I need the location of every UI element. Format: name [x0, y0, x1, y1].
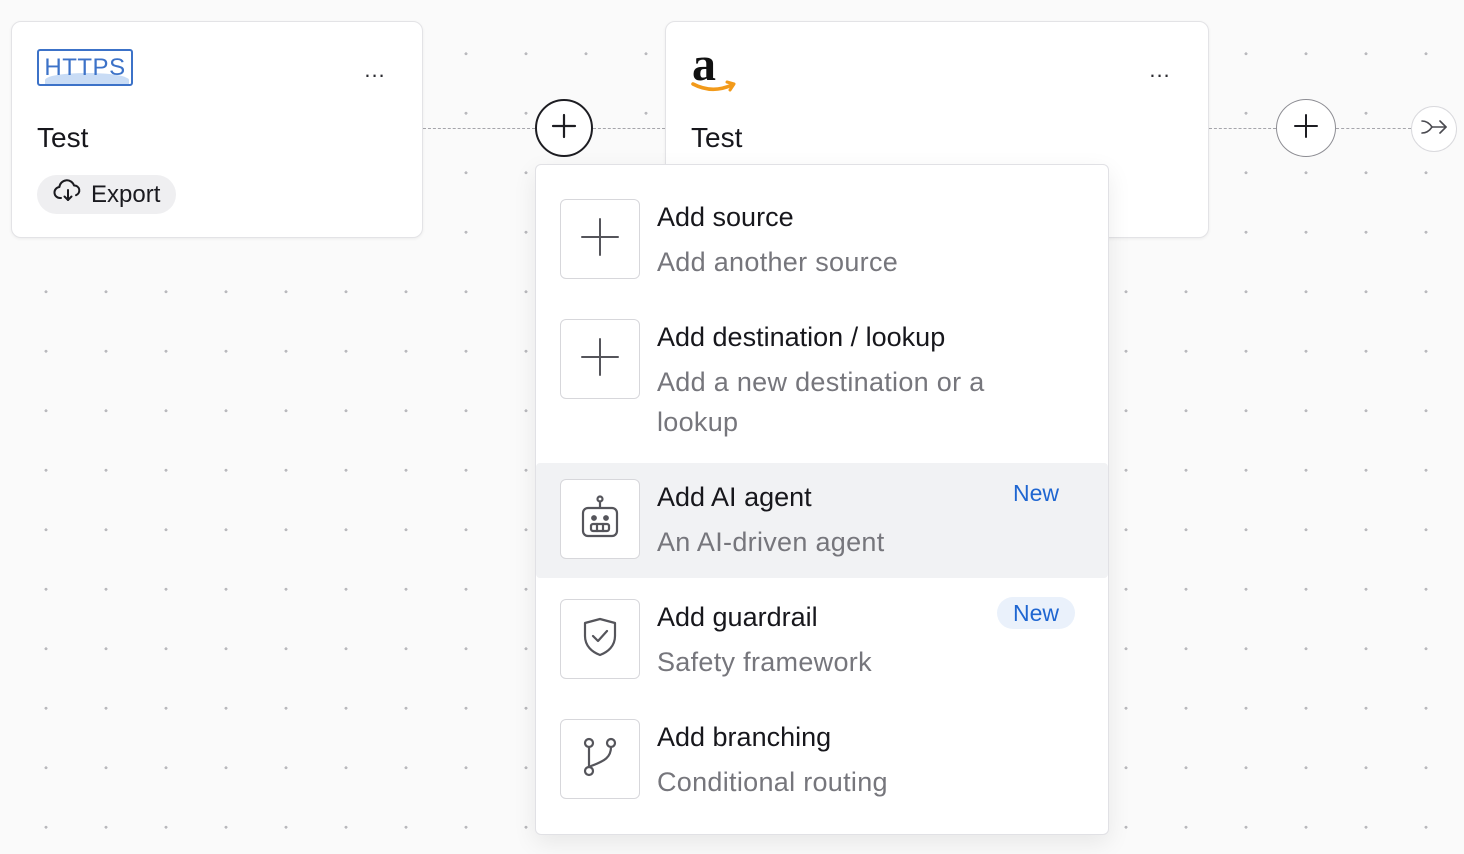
add-step-menu: Add source Add another source Add destin… [535, 164, 1109, 835]
export-badge[interactable]: Export [37, 175, 177, 214]
more-options-button[interactable]: ... [1140, 59, 1180, 90]
menu-item-add-source[interactable]: Add source Add another source [536, 183, 1108, 293]
connector-line [593, 128, 665, 129]
menu-item-description: Conditional routing [657, 767, 888, 797]
menu-item-add-destination[interactable]: Add destination / lookup Add a new desti… [536, 303, 1108, 463]
menu-item-title: Add source [657, 202, 794, 232]
connector-line [1209, 128, 1276, 129]
menu-icon-box [560, 719, 640, 799]
export-label: Export [91, 180, 161, 208]
end-node[interactable] [1411, 106, 1457, 152]
connector-line [1336, 128, 1411, 129]
add-step-button[interactable] [1276, 99, 1336, 157]
menu-item-add-branching[interactable]: Add branching Conditional routing [536, 703, 1108, 813]
branch-icon [580, 736, 620, 783]
connector-line [423, 128, 535, 129]
https-logo: HTTPS [37, 49, 133, 86]
menu-item-title: Add destination / lookup [657, 322, 946, 352]
menu-item-description: Add a new destination or a lookup [657, 367, 985, 437]
node-title: Test [691, 122, 743, 153]
more-options-button[interactable]: ... [355, 59, 395, 90]
menu-item-title: Add guardrail [657, 602, 818, 632]
new-badge: New [1012, 480, 1059, 506]
menu-item-description: Add another source [657, 247, 899, 277]
arrow-merge-icon [1420, 117, 1448, 142]
new-badge: New [996, 597, 1075, 629]
plus-icon [551, 113, 577, 144]
plus-icon [580, 337, 620, 382]
cloud-download-icon [53, 179, 83, 210]
plus-icon [580, 217, 620, 262]
menu-item-description: Safety framework [657, 647, 872, 677]
menu-icon-box [560, 199, 640, 279]
menu-icon-box [560, 599, 640, 679]
menu-icon-box [560, 479, 640, 559]
menu-item-add-ai-agent[interactable]: Add AI agent An AI-driven agent New [536, 463, 1108, 578]
menu-item-title: Add AI agent [657, 482, 812, 512]
menu-item-description: An AI-driven agent [657, 527, 885, 557]
node-title: Test [37, 122, 89, 153]
amazon-logo: a [690, 38, 740, 96]
robot-icon [580, 494, 620, 544]
plus-icon [1293, 113, 1319, 144]
shield-check-icon [581, 616, 619, 663]
menu-item-title: Add branching [657, 722, 832, 752]
https-source-node[interactable]: HTTPS ... Test Export [11, 21, 423, 238]
menu-icon-box [560, 319, 640, 399]
add-step-button[interactable] [535, 99, 593, 157]
menu-item-add-guardrail[interactable]: Add guardrail Safety framework New [536, 583, 1108, 693]
